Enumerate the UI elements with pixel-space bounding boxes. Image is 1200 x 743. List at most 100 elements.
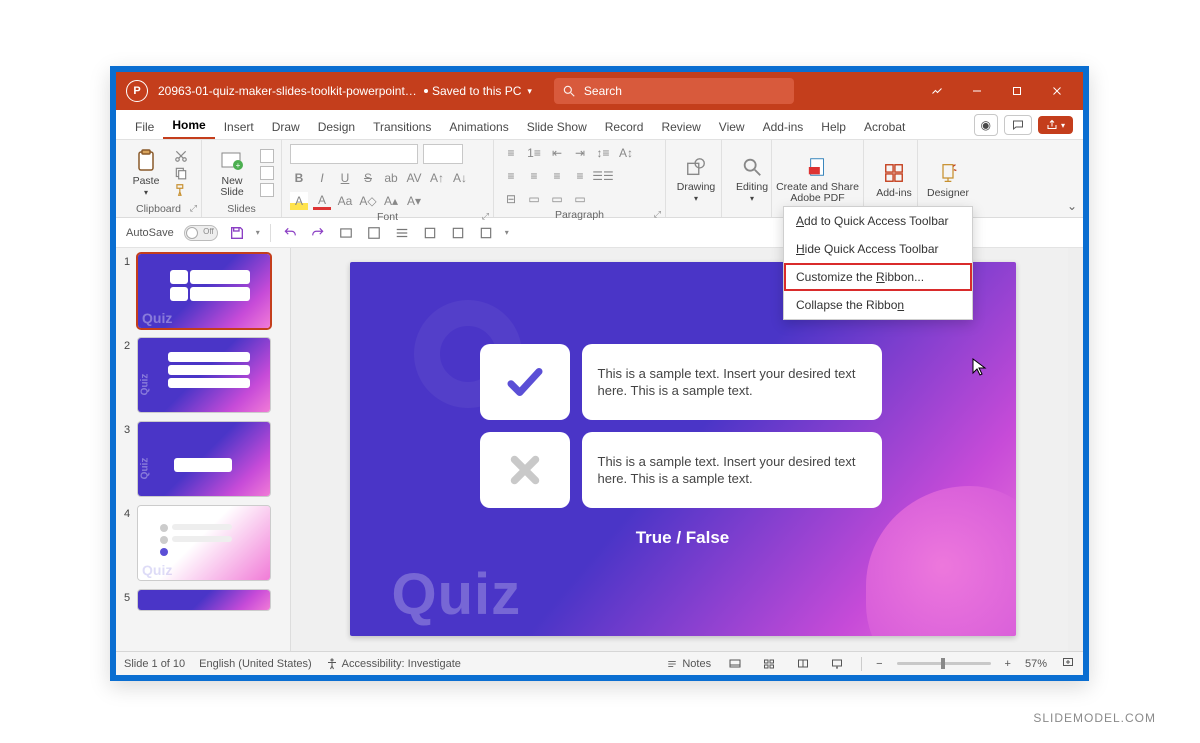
qat-icon[interactable] — [477, 224, 495, 242]
save-status[interactable]: Saved to this PC ▾ — [424, 84, 532, 98]
tab-file[interactable]: File — [126, 114, 163, 139]
tab-draw[interactable]: Draw — [263, 114, 309, 139]
new-slide-button[interactable]: + New Slide — [210, 148, 254, 198]
comments-button[interactable] — [1004, 115, 1032, 135]
thumbnail-1[interactable]: Quiz — [138, 254, 270, 328]
qat-icon[interactable] — [393, 224, 411, 242]
ctx-add-qat[interactable]: Add to Quick Access Toolbar — [784, 207, 972, 235]
collapse-ribbon-icon[interactable]: ⌄ — [1067, 199, 1077, 213]
start-from-beginning-icon[interactable] — [337, 224, 355, 242]
share-button[interactable]: ▾ — [1038, 116, 1073, 134]
thumbnail-4[interactable]: Quiz — [138, 506, 270, 580]
normal-view-button[interactable] — [725, 656, 745, 672]
line-spacing-button[interactable]: ↕≡ — [594, 144, 612, 162]
font-family-input[interactable] — [290, 144, 418, 164]
ctx-customize-ribbon[interactable]: Customize the Ribbon... — [784, 263, 972, 291]
numbering-button[interactable]: 1≡ — [525, 144, 543, 162]
bullets-button[interactable]: ≡ — [502, 144, 520, 162]
qat-icon[interactable] — [421, 224, 439, 242]
columns-button[interactable]: ☰☰ — [594, 167, 612, 185]
slide-counter[interactable]: Slide 1 of 10 — [124, 658, 185, 670]
close-button[interactable] — [1037, 76, 1077, 106]
increase-font-icon[interactable]: A↑ — [428, 169, 446, 187]
font-size-input[interactable] — [423, 144, 463, 164]
sorter-view-button[interactable] — [759, 656, 779, 672]
tab-design[interactable]: Design — [309, 114, 364, 139]
notes-button[interactable]: Notes — [666, 658, 711, 670]
maximize-button[interactable] — [997, 76, 1037, 106]
underline-button[interactable]: U — [336, 169, 354, 187]
align-center-button[interactable]: ≡ — [525, 167, 543, 185]
paste-button[interactable]: Paste▾ — [124, 148, 168, 198]
thumbnail-5[interactable] — [138, 590, 270, 610]
decrease-font-icon[interactable]: A↓ — [451, 169, 469, 187]
font-color-button[interactable]: A — [313, 192, 331, 210]
thumbnail-3[interactable]: Quiz — [138, 422, 270, 496]
ink-icon[interactable] — [917, 76, 957, 106]
indent-inc-button[interactable]: ⇥ — [571, 144, 589, 162]
bold-button[interactable]: B — [290, 169, 308, 187]
justify-button[interactable]: ≡ — [571, 167, 589, 185]
tab-home[interactable]: Home — [163, 112, 214, 139]
true-text-card[interactable]: This is a sample text. Insert your desir… — [582, 344, 882, 420]
dialog-launcher-icon[interactable]: ⤢ — [482, 211, 489, 222]
indent-dec-button[interactable]: ⇤ — [548, 144, 566, 162]
tab-help[interactable]: Help — [812, 114, 855, 139]
slideshow-view-button[interactable] — [827, 656, 847, 672]
tab-view[interactable]: View — [710, 114, 754, 139]
cut-icon[interactable] — [174, 149, 188, 163]
autosave-toggle[interactable]: Off — [184, 225, 218, 241]
section-icon[interactable] — [260, 183, 274, 197]
change-case-button[interactable]: Aa — [336, 192, 354, 210]
redo-icon[interactable] — [309, 224, 327, 242]
italic-button[interactable]: I — [313, 169, 331, 187]
drawing-button[interactable]: Drawing▾ — [674, 154, 718, 204]
reading-view-button[interactable] — [793, 656, 813, 672]
zoom-in-button[interactable]: + — [1005, 658, 1011, 670]
thumbnail-2[interactable]: Quiz — [138, 338, 270, 412]
false-text-card[interactable]: This is a sample text. Insert your desir… — [582, 432, 882, 508]
zoom-level[interactable]: 57% — [1025, 658, 1047, 670]
tab-transitions[interactable]: Transitions — [364, 114, 440, 139]
zoom-out-button[interactable]: − — [876, 658, 882, 670]
adobe-pdf-button[interactable]: Create and Share Adobe PDF — [780, 154, 855, 204]
addins-button[interactable]: Add-ins — [872, 160, 916, 199]
format-painter-icon[interactable] — [174, 183, 188, 197]
align-right-button[interactable]: ≡ — [548, 167, 566, 185]
minimize-button[interactable] — [957, 76, 997, 106]
tab-insert[interactable]: Insert — [215, 114, 263, 139]
smartart-button[interactable]: ▭ — [525, 190, 543, 208]
dialog-launcher-icon[interactable]: ⤢ — [190, 203, 197, 214]
tab-record[interactable]: Record — [596, 114, 653, 139]
shadow-button[interactable]: ab — [382, 169, 400, 187]
clear-format-button[interactable]: A◇ — [359, 192, 377, 210]
camera-button[interactable]: ◉ — [974, 114, 998, 136]
slide-thumbnails-panel[interactable]: 1 Quiz 2 Quiz 3 Quiz 4 — [116, 248, 291, 651]
editing-button[interactable]: Editing▾ — [730, 154, 774, 204]
vertical-scrollbar[interactable] — [1068, 248, 1083, 651]
layout-icon[interactable] — [260, 149, 274, 163]
true-icon-card[interactable] — [480, 344, 570, 420]
undo-icon[interactable] — [281, 224, 299, 242]
spacing-button[interactable]: AV — [405, 169, 423, 187]
zoom-slider[interactable] — [897, 662, 991, 665]
tab-review[interactable]: Review — [652, 114, 709, 139]
copy-icon[interactable] — [174, 166, 188, 180]
accessibility-status[interactable]: Accessibility: Investigate — [326, 658, 461, 670]
qat-icon[interactable] — [365, 224, 383, 242]
text-direction-button[interactable]: A↕ — [617, 144, 635, 162]
highlight-button[interactable]: A — [290, 192, 308, 210]
align-left-button[interactable]: ≡ — [502, 167, 520, 185]
reset-icon[interactable] — [260, 166, 274, 180]
save-icon[interactable] — [228, 224, 246, 242]
strike-button[interactable]: S — [359, 169, 377, 187]
dialog-launcher-icon[interactable]: ⤢ — [654, 209, 661, 220]
fit-to-window-button[interactable] — [1061, 656, 1075, 671]
qat-icon[interactable] — [449, 224, 467, 242]
ctx-hide-qat[interactable]: Hide Quick Access Toolbar — [784, 235, 972, 263]
tab-acrobat[interactable]: Acrobat — [855, 114, 914, 139]
search-input[interactable]: Search — [554, 78, 794, 104]
tab-addins[interactable]: Add-ins — [754, 114, 813, 139]
language-status[interactable]: English (United States) — [199, 658, 312, 670]
false-icon-card[interactable] — [480, 432, 570, 508]
